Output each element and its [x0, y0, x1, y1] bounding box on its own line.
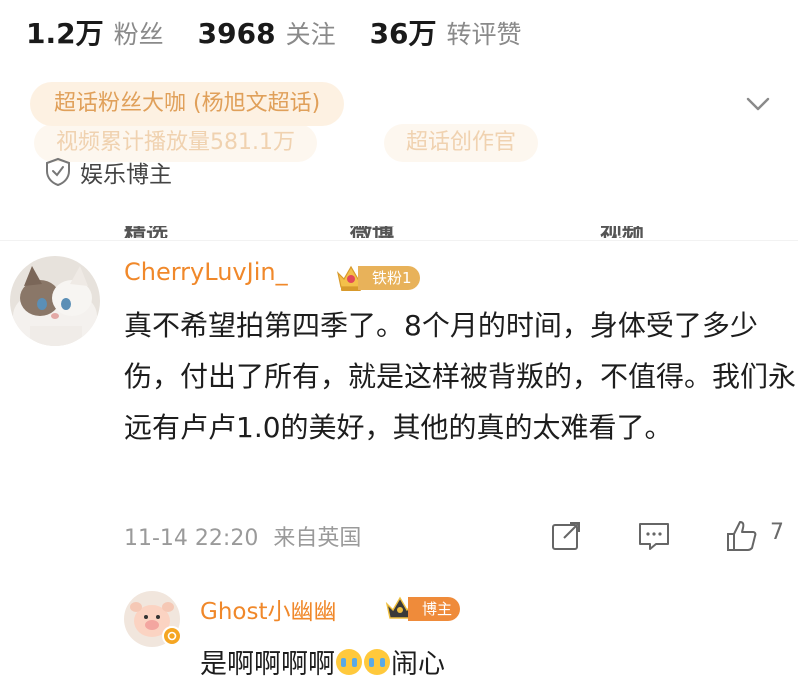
- share-icon[interactable]: [548, 518, 584, 554]
- crying-emoji-icon: [336, 648, 362, 675]
- reply-text: 是啊啊啊啊 闹心: [200, 642, 445, 681]
- fan-badge[interactable]: 铁粉1: [334, 263, 420, 293]
- comment-text: 真不希望拍第四季了。8个月的时间，身体受了多少伤，付出了所有，就是这样被背叛的，…: [124, 309, 797, 444]
- interactions-count: 36万: [369, 17, 437, 50]
- profile-stats: 1.2万 粉丝 3968 关注 36万 转评赞: [26, 12, 556, 56]
- comment-meta: 11-14 22:20 来自英国: [124, 520, 361, 552]
- fan-badge-label: 铁粉1: [358, 266, 420, 290]
- tag-supertopic-fan[interactable]: 超话粉丝大咖 (杨旭文超话): [30, 82, 345, 126]
- comment-location: 来自英国: [273, 526, 362, 551]
- following-label[interactable]: 关注: [286, 15, 336, 51]
- crying-emoji-icon: [364, 648, 390, 675]
- tab-video[interactable]: 视频: [600, 226, 644, 238]
- interactions-label: 转评赞: [446, 20, 522, 49]
- verified-badge-row: 娱乐博主: [44, 154, 172, 190]
- profile-tabs: 精选 微博 视频: [0, 226, 798, 238]
- followers-count[interactable]: 1.2万: [26, 12, 104, 52]
- divider: [0, 240, 798, 241]
- verified-label: 娱乐博主: [80, 162, 172, 188]
- tag-supertopic-creator[interactable]: 超话创作官: [384, 124, 539, 162]
- chevron-down-icon[interactable]: [742, 88, 774, 120]
- comment-icon[interactable]: [636, 518, 672, 554]
- tab-featured[interactable]: 精选: [124, 226, 168, 238]
- tab-weibo[interactable]: 微博: [350, 226, 394, 238]
- like-icon[interactable]: [724, 518, 760, 554]
- comment-timestamp: 11-14 22:20: [124, 526, 259, 551]
- following-count[interactable]: 3968: [198, 17, 276, 50]
- verified-icon: [162, 626, 182, 646]
- comment-username[interactable]: CherryLuvJin_: [124, 258, 288, 286]
- avatar[interactable]: [10, 256, 100, 346]
- reply-text-end: 闹心: [391, 649, 445, 680]
- blogger-badge[interactable]: 博主: [384, 594, 461, 624]
- reply-text-start: 是啊啊啊啊: [200, 649, 335, 680]
- like-count: 7: [770, 520, 784, 545]
- shield-icon: [46, 157, 70, 187]
- reply-username[interactable]: Ghost小幽幽: [200, 592, 336, 626]
- blogger-badge-label: 博主: [408, 597, 461, 621]
- followers-label[interactable]: 粉丝: [114, 15, 164, 51]
